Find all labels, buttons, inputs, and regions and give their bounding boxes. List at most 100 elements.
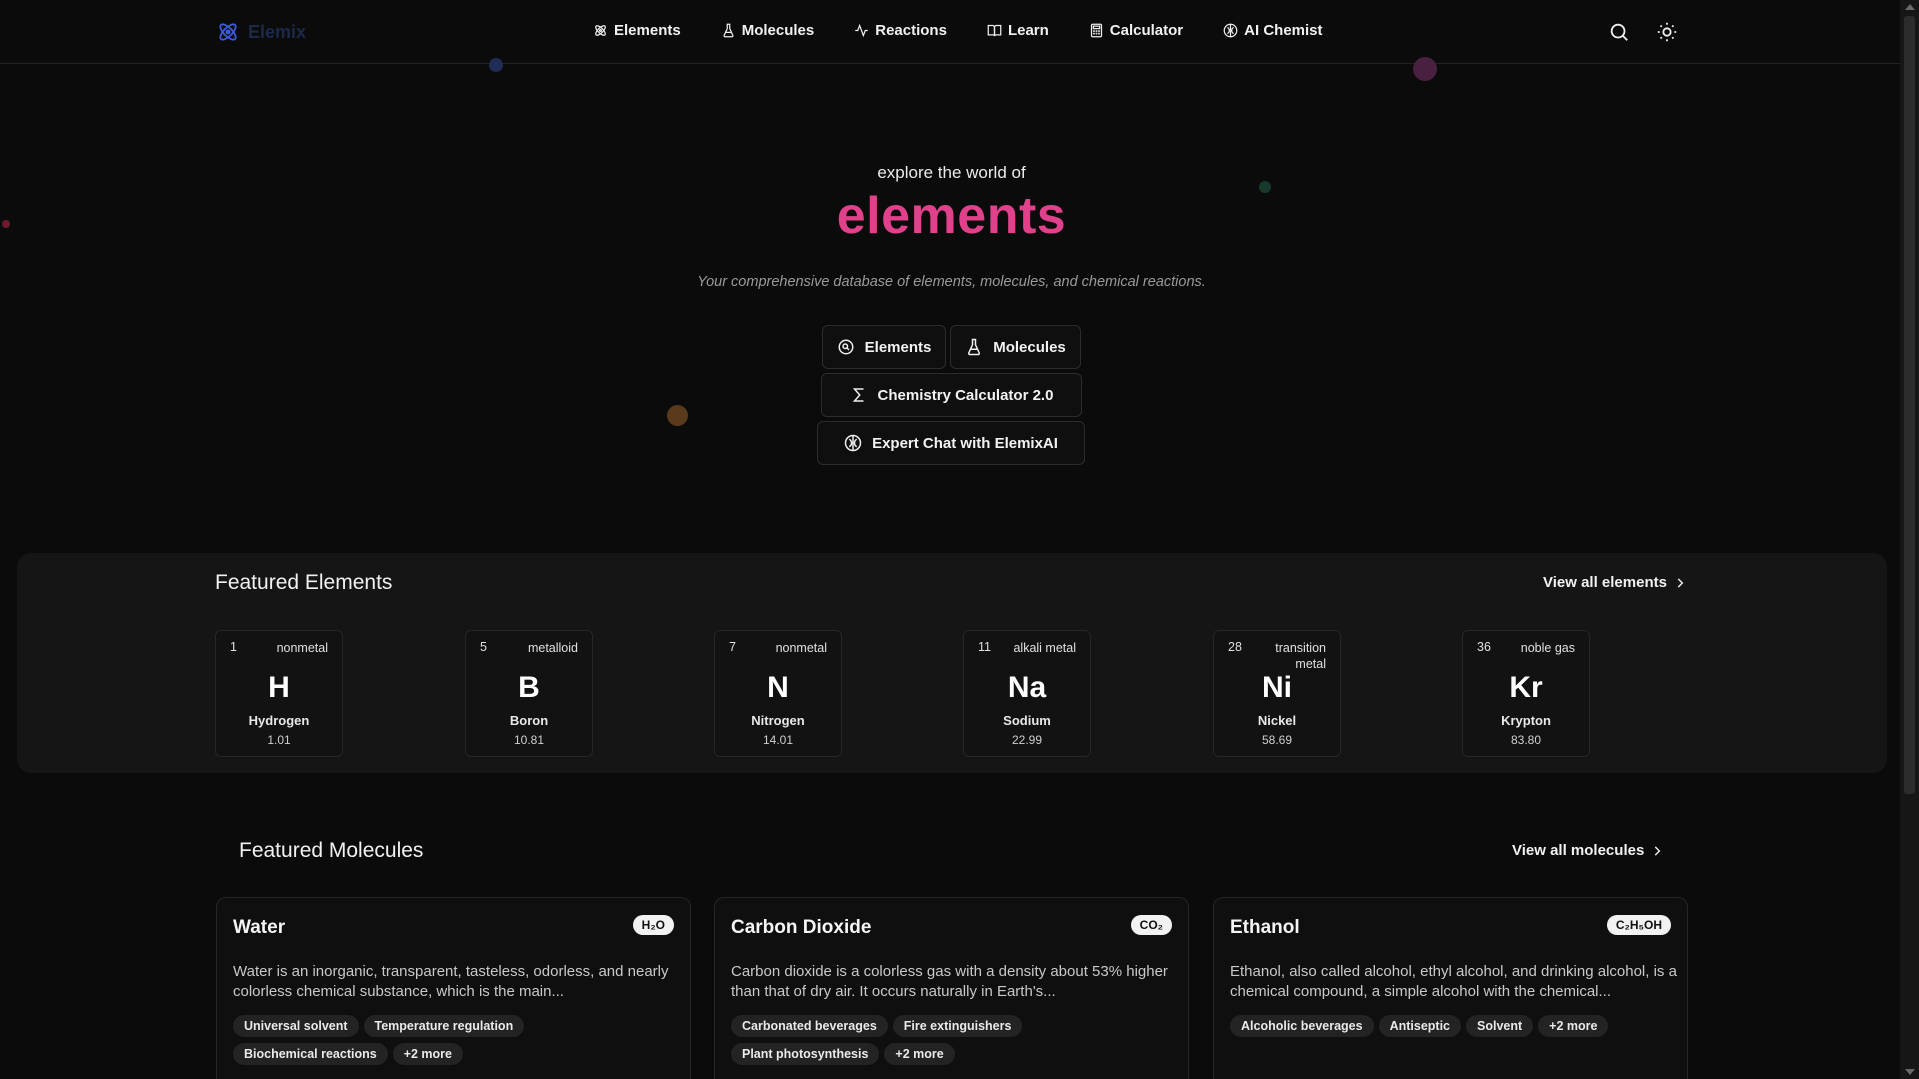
expert-chat-button[interactable]: Expert Chat with ElemixAI bbox=[817, 421, 1085, 465]
molecule-tags: Carbonated beverages Fire extinguishers … bbox=[731, 1015, 1171, 1065]
atomic-number: 28 bbox=[1228, 640, 1242, 654]
calculator-icon bbox=[1090, 23, 1102, 38]
brand[interactable]: Elemix bbox=[216, 20, 306, 44]
atom-search-icon bbox=[838, 339, 854, 355]
nav-molecules[interactable]: Molecules bbox=[721, 22, 814, 39]
elements-button[interactable]: Elements bbox=[822, 325, 946, 369]
molecule-description: Carbon dioxide is a colorless gas with a… bbox=[731, 963, 1168, 1000]
element-symbol: Na bbox=[1007, 671, 1047, 704]
atomic-number: 7 bbox=[729, 640, 736, 654]
molecule-name: Carbon Dioxide bbox=[731, 917, 872, 938]
molecule-card-water[interactable]: Water H₂O Water is an inorganic, transpa… bbox=[216, 897, 691, 1079]
atomic-mass: 22.99 bbox=[1011, 733, 1043, 747]
page-scrollbar[interactable] bbox=[1900, 0, 1919, 1079]
nav-calculator-label: Calculator bbox=[1109, 22, 1184, 39]
molecule-formula-badge: H₂O bbox=[632, 915, 674, 935]
molecule-card-ethanol[interactable]: Ethanol C₂H₅OH Ethanol, also called alco… bbox=[1213, 897, 1688, 1079]
element-card-hydrogen[interactable]: 1 nonmetal H Hydrogen 1.01 bbox=[215, 630, 343, 757]
brain-icon bbox=[1223, 23, 1238, 38]
element-card-nitrogen[interactable]: 7 nonmetal N Nitrogen 14.01 bbox=[714, 630, 842, 757]
molecules-button-label: Molecules bbox=[993, 338, 1066, 356]
element-category: nonmetal bbox=[276, 641, 328, 655]
activity-icon bbox=[855, 23, 868, 38]
element-symbol: N bbox=[767, 671, 789, 704]
view-all-elements-link[interactable]: View all elements bbox=[1543, 574, 1687, 591]
molecule-formula-badge: CO₂ bbox=[1130, 915, 1172, 935]
atomic-number: 36 bbox=[1477, 640, 1491, 654]
brand-name: Elemix bbox=[248, 21, 307, 42]
tag: Alcoholic beverages bbox=[1230, 1015, 1374, 1037]
molecule-name: Water bbox=[233, 917, 286, 938]
element-name: Sodium bbox=[1003, 713, 1051, 728]
nav-learn[interactable]: Learn bbox=[987, 22, 1049, 39]
search-icon[interactable] bbox=[1608, 21, 1630, 43]
molecule-description: Water is an inorganic, transparent, tast… bbox=[233, 963, 669, 1000]
atom-logo-icon bbox=[219, 23, 237, 41]
scrollbar-thumb[interactable] bbox=[1904, 16, 1915, 794]
chevron-right-icon bbox=[1677, 577, 1684, 588]
chemistry-calculator-button[interactable]: Chemistry Calculator 2.0 bbox=[821, 373, 1082, 417]
sun-icon[interactable] bbox=[1656, 21, 1678, 43]
decorative-dot bbox=[1413, 57, 1437, 81]
tag: Universal solvent bbox=[233, 1015, 359, 1037]
nav-elements[interactable]: Elements bbox=[593, 22, 681, 39]
nav-ai-chemist[interactable]: AI Chemist bbox=[1223, 22, 1323, 39]
tag-more: +2 more bbox=[884, 1043, 955, 1065]
expert-chat-label: Expert Chat with ElemixAI bbox=[872, 434, 1058, 452]
chevron-right-icon bbox=[1655, 845, 1661, 856]
tag: Antiseptic bbox=[1378, 1015, 1462, 1037]
molecules-button[interactable]: Molecules bbox=[950, 325, 1081, 369]
view-all-molecules-link[interactable]: View all molecules bbox=[1512, 842, 1664, 859]
element-name: Hydrogen bbox=[248, 713, 310, 728]
element-card-boron[interactable]: 5 metalloid B Boron 10.81 bbox=[465, 630, 593, 757]
molecule-description: Ethanol, also called alcohol, ethyl alco… bbox=[1230, 963, 1677, 1000]
element-card-sodium[interactable]: 11 alkali metal Na Sodium 22.99 bbox=[963, 630, 1091, 757]
atomic-number: 1 bbox=[230, 640, 237, 654]
element-category: transition metal bbox=[1275, 641, 1326, 671]
element-name: Boron bbox=[509, 713, 549, 728]
element-symbol: H bbox=[268, 671, 290, 704]
scroll-down-arrow-icon[interactable] bbox=[1905, 1069, 1915, 1075]
featured-molecules-title: Featured Molecules bbox=[239, 839, 424, 862]
nav-calculator[interactable]: Calculator bbox=[1089, 22, 1183, 39]
molecule-name: Ethanol bbox=[1230, 917, 1300, 938]
tag: Carbonated beverages bbox=[731, 1015, 888, 1037]
tag-more: +2 more bbox=[392, 1043, 463, 1065]
atom-icon bbox=[595, 25, 606, 36]
atomic-mass: 14.01 bbox=[762, 733, 794, 747]
nav-reactions[interactable]: Reactions bbox=[854, 22, 947, 39]
molecule-formula-badge: C₂H₅OH bbox=[1606, 915, 1671, 935]
scroll-up-arrow-icon[interactable] bbox=[1905, 4, 1915, 10]
hero-pre-title: explore the world of bbox=[877, 163, 1026, 182]
atomic-mass: 83.80 bbox=[1510, 733, 1542, 747]
atomic-number: 5 bbox=[480, 640, 487, 654]
element-name: Krypton bbox=[1501, 713, 1551, 728]
nav-reactions-label: Reactions bbox=[875, 22, 947, 39]
chemistry-calculator-label: Chemistry Calculator 2.0 bbox=[877, 386, 1054, 404]
view-all-molecules-label: View all molecules bbox=[1512, 842, 1645, 859]
tag: Biochemical reactions bbox=[233, 1043, 388, 1065]
view-all-elements-label: View all elements bbox=[1543, 574, 1667, 591]
element-category: metalloid bbox=[527, 641, 578, 655]
molecule-tags: Universal solvent Temperature regulation… bbox=[233, 1015, 673, 1065]
element-symbol: Ni bbox=[1262, 671, 1292, 704]
element-name: Nitrogen bbox=[751, 713, 805, 728]
element-category: nonmetal bbox=[775, 641, 827, 655]
featured-elements-title: Featured Elements bbox=[215, 571, 393, 594]
element-name: Nickel bbox=[1257, 713, 1297, 728]
element-card-nickel[interactable]: 28 transition metal Ni Nickel 58.69 bbox=[1213, 630, 1341, 757]
molecule-card-carbon-dioxide[interactable]: Carbon Dioxide CO₂ Carbon dioxide is a c… bbox=[714, 897, 1189, 1079]
element-symbol: B bbox=[518, 671, 540, 704]
molecule-tags: Alcoholic beverages Antiseptic Solvent +… bbox=[1230, 1015, 1670, 1037]
element-category: alkali metal bbox=[1013, 641, 1076, 655]
sigma-icon bbox=[852, 388, 864, 402]
atomic-mass: 58.69 bbox=[1261, 733, 1293, 747]
atomic-mass: 1.01 bbox=[267, 733, 291, 747]
decorative-dot bbox=[489, 58, 503, 72]
tag: Solvent bbox=[1466, 1015, 1534, 1037]
element-card-krypton[interactable]: 36 noble gas Kr Krypton 83.80 bbox=[1462, 630, 1590, 757]
tag: Plant photosynthesis bbox=[731, 1043, 880, 1065]
flask-icon bbox=[968, 338, 981, 356]
tag-more: +2 more bbox=[1538, 1015, 1609, 1037]
hero-title: elements bbox=[836, 187, 1067, 245]
